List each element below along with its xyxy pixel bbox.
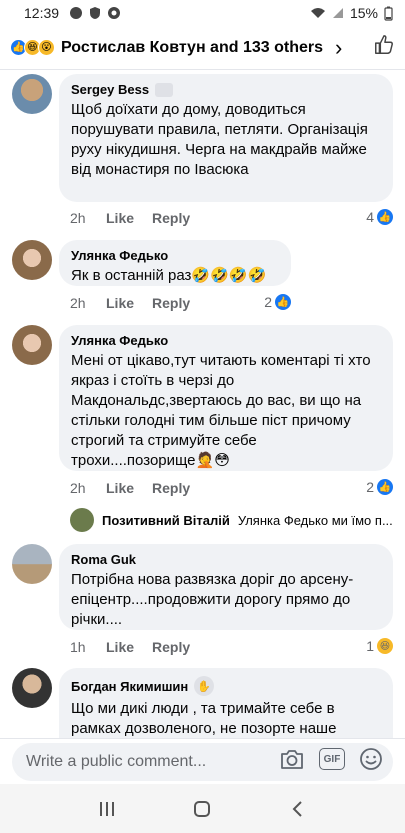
reaction-summary[interactable]: 👍 😆 😮 [10, 39, 55, 56]
comment-input-placeholder: Write a public comment... [26, 752, 207, 770]
comment-list: Sergey Bess Щоб доїхати до дому, доводит… [0, 70, 405, 738]
avatar[interactable] [12, 240, 52, 280]
camera-icon[interactable] [279, 747, 305, 771]
like-button[interactable]: Like [106, 639, 152, 655]
reply-avatar [70, 508, 94, 532]
composer-icons: GIF [279, 747, 383, 771]
reaction-count-value: 2 [264, 294, 272, 310]
comment-actions: 2h Like Reply [70, 210, 198, 226]
like-reaction-icon: 👍 [275, 294, 291, 310]
status-notification-icons [69, 6, 121, 20]
comment-bubble: Roma Guk Потрібна нова развязка доріг до… [59, 544, 393, 630]
battery-icon [384, 6, 393, 21]
reaction-count-value: 4 [366, 209, 374, 225]
comment-text: Мені от цікаво,тут читають коментарі ті … [71, 352, 371, 469]
reply-button[interactable]: Reply [152, 639, 198, 655]
avatar[interactable] [12, 668, 52, 708]
like-reaction-icon: 👍 [377, 479, 393, 495]
comment-text: Щоб доїхати до дому, доводиться порушува… [71, 101, 368, 178]
comment-reaction-count[interactable]: 1 😆 [366, 638, 393, 654]
avatar[interactable] [12, 544, 52, 584]
comment-text: Потрібна нова развязка доріг до арсену-е… [71, 571, 354, 628]
chevron-right-icon[interactable]: › [335, 35, 342, 61]
gif-icon[interactable]: GIF [319, 748, 345, 770]
comment-bubble: Улянка Федько Як в останній раз🤣🤣🤣🤣 [59, 240, 291, 286]
system-nav-bar [0, 784, 405, 833]
avatar[interactable] [12, 74, 52, 114]
haha-reaction-icon: 😆 [377, 638, 393, 654]
wifi-icon [310, 8, 325, 18]
recent-apps-icon[interactable] [98, 800, 116, 818]
reactors-title[interactable]: Ростислав Ковтун and 133 others [61, 39, 323, 57]
signal-icon [332, 8, 343, 18]
home-icon[interactable] [192, 799, 212, 819]
comment-time: 2h [70, 295, 86, 311]
comment-author[interactable]: Богдан Якимишин [71, 679, 188, 694]
back-icon[interactable] [289, 800, 307, 818]
like-button[interactable]: Like [106, 210, 152, 226]
thumbs-up-icon [375, 35, 393, 54]
comment-actions: 1h Like Reply [70, 639, 198, 655]
comment-bubble: Улянка Федько Мені от цікаво,тут читають… [59, 325, 393, 471]
shield-notification-icon [90, 7, 101, 19]
wow-reaction-icon: 😮 [38, 39, 55, 56]
comment-author[interactable]: Roma Guk [71, 552, 381, 567]
battery-percent: 15% [349, 5, 378, 21]
like-button[interactable]: Like [106, 295, 152, 311]
comment-actions: 2h Like Reply [70, 295, 198, 311]
comment-text: Що ми дикі люди , та тримайте себе в рам… [71, 700, 337, 737]
wave-badge-icon: ✋ [194, 676, 215, 696]
post-header: 👍 😆 😮 Ростислав Ковтун and 133 others › [0, 26, 405, 70]
status-right: 15% [310, 5, 393, 21]
comment-author-row: Богдан Якимишин ✋ [71, 676, 381, 696]
comment-reaction-count[interactable]: 2 👍 [366, 479, 393, 495]
comment-author[interactable]: Улянка Федько [71, 333, 381, 348]
comment-bubble: Богдан Якимишин ✋ Що ми дикі люди , та т… [59, 668, 393, 738]
like-button[interactable]: Like [106, 480, 152, 496]
image-badge-icon [155, 82, 174, 97]
comment-reaction-count[interactable]: 4 👍 [366, 209, 393, 225]
avatar[interactable] [12, 325, 52, 365]
comment-time: 1h [70, 639, 86, 655]
reply-text: Улянка Федько ми їмо п... [237, 512, 393, 528]
comment-author[interactable]: Улянка Федько [71, 248, 279, 263]
reply-button[interactable]: Reply [152, 295, 198, 311]
status-bar: 12:39 15% [0, 0, 405, 26]
comment-reaction-count[interactable]: 2 👍 [264, 294, 291, 310]
comment-actions: 2h Like Reply [70, 480, 198, 496]
comment-time: 2h [70, 210, 86, 226]
chat-notification-icon [70, 7, 83, 19]
comment-author-row: Sergey Bess [71, 82, 381, 97]
comment-composer: Write a public comment... GIF [0, 738, 405, 784]
like-reaction-icon: 👍 [377, 209, 393, 225]
status-time: 12:39 [24, 5, 60, 21]
reply-preview[interactable]: Позитивний Віталій Улянка Федько ми їмо … [70, 508, 393, 532]
reply-button[interactable]: Reply [152, 480, 198, 496]
like-post-button[interactable] [373, 34, 395, 61]
comment-time: 2h [70, 480, 86, 496]
reaction-count-value: 1 [366, 638, 374, 654]
reaction-count-value: 2 [366, 479, 374, 495]
reply-author: Позитивний Віталій [102, 512, 230, 528]
comment-bubble: Sergey Bess Щоб доїхати до дому, доводит… [59, 74, 393, 202]
reply-button[interactable]: Reply [152, 210, 198, 226]
comment-author[interactable]: Sergey Bess [71, 82, 149, 97]
comment-text: Як в останній раз🤣🤣🤣🤣 [71, 267, 267, 284]
emoji-icon[interactable] [359, 747, 383, 771]
settings-notification-icon [108, 7, 121, 19]
